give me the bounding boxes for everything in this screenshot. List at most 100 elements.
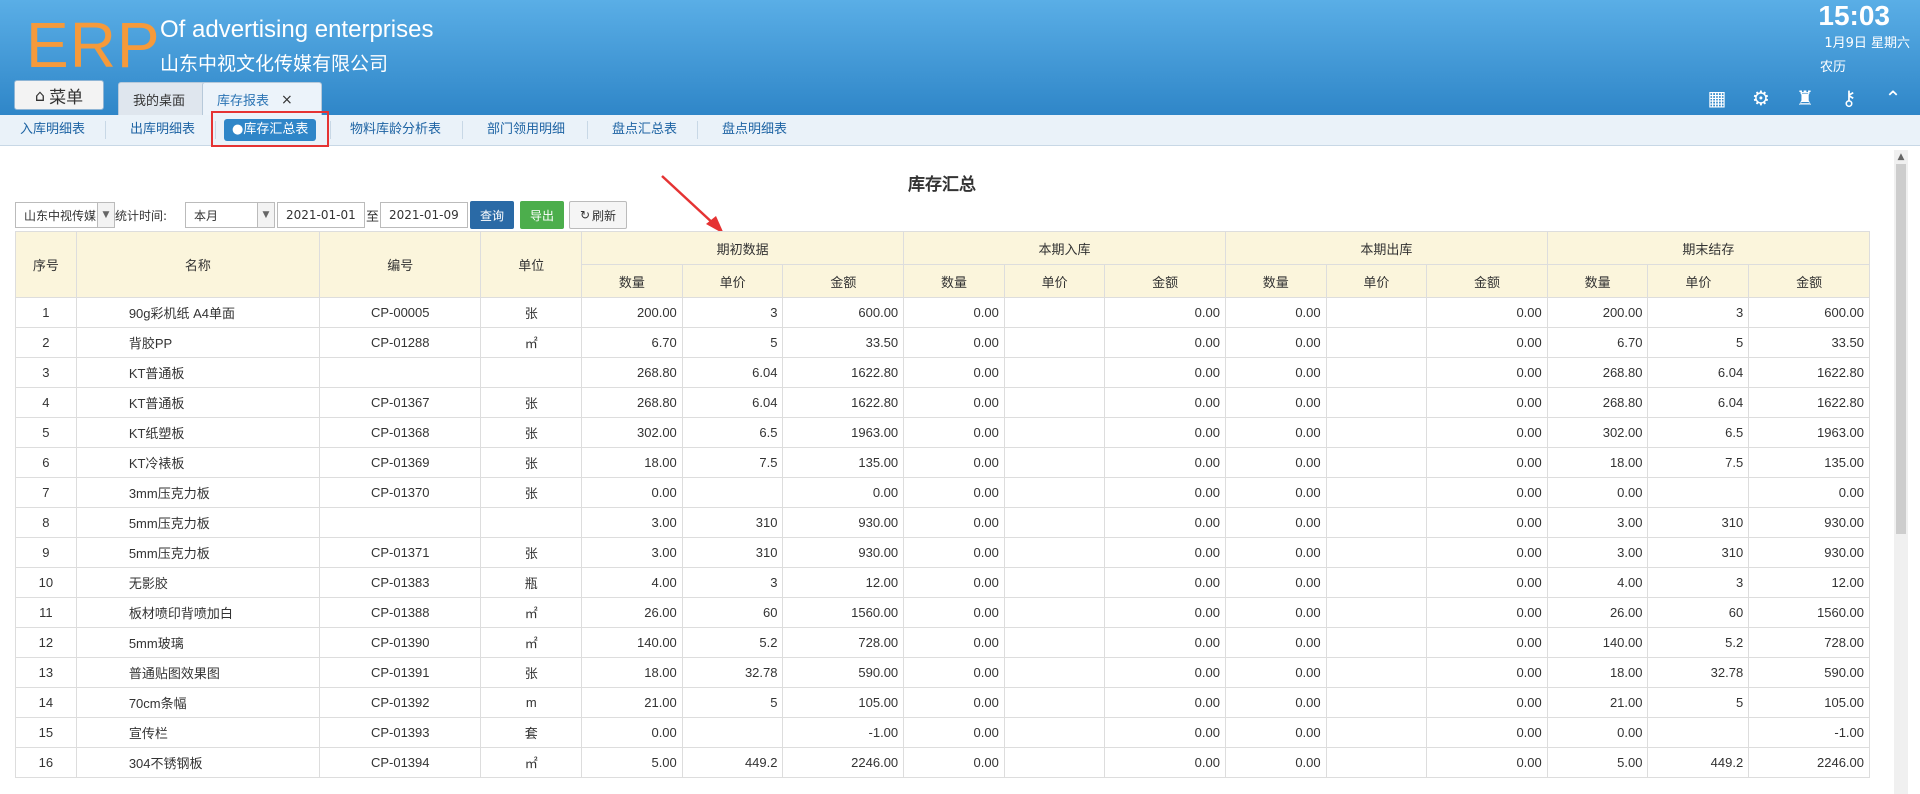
table-row[interactable]: 6 KT冷裱板 CP-01369 张 18.00 7.5 135.00 0.00 0.00 0.0… (15, 447, 1870, 478)
subnav-item-outbound-detail[interactable]: 出库明细表 (130, 115, 195, 145)
date-to-field[interactable]: 2021-01-09 (380, 201, 468, 229)
date-from-field[interactable]: 2021-01-01 (277, 201, 365, 229)
key-icon[interactable]: ⚷ (1838, 86, 1860, 110)
table-cell: 0.00 (1104, 417, 1226, 448)
query-button[interactable]: 查询 (470, 201, 514, 229)
table-cell: 0.00 (1426, 627, 1548, 658)
export-button-label: 导出 (529, 208, 554, 223)
table-cell (1325, 387, 1428, 418)
table-cell: 0.00 (903, 417, 1005, 448)
table-cell: 18.00 (1546, 447, 1649, 478)
table-cell (1003, 297, 1106, 328)
menu-button[interactable]: ⌂ 菜单 (14, 80, 104, 110)
table-cell: 0.00 (1104, 357, 1226, 388)
table-cell: 600.00 (782, 297, 905, 328)
table-row[interactable]: 1 90g彩机纸 A4单面 CP-00005 张 200.00 3 600.00 0.00 0.… (15, 297, 1870, 328)
table-cell: ㎡ (480, 627, 583, 658)
table-cell: 140.00 (581, 627, 683, 658)
table-cell: 0.00 (1224, 537, 1327, 568)
table-cell (1003, 717, 1106, 748)
table-cell: CP-01288 (319, 327, 482, 358)
table-cell: 4.00 (1546, 567, 1649, 598)
period-select[interactable]: 本月 ▼ (185, 201, 275, 229)
table-cell: 0.00 (1426, 597, 1548, 628)
column-header: 数量 (1546, 264, 1649, 298)
table-cell: 302.00 (1546, 417, 1649, 448)
table-row[interactable]: 7 3mm压克力板 CP-01370 张 0.00 0.00 0.00 0.00 0.00 0.0… (15, 477, 1870, 508)
subnav-item-inbound-detail[interactable]: 入库明细表 (20, 115, 85, 145)
table-cell: 张 (480, 477, 583, 508)
table-cell: 0.00 (1426, 447, 1548, 478)
subnav-item-dept-usage[interactable]: 部门领用明细 (487, 115, 565, 145)
table-cell: 0.00 (1426, 327, 1548, 358)
brand-english: Of advertising enterprises (160, 16, 434, 43)
table-cell: 0.00 (1426, 657, 1548, 688)
table-cell: 310 (681, 507, 784, 538)
table-cell: 310 (681, 537, 784, 568)
table-cell: 21.00 (1546, 687, 1649, 718)
gear-icon[interactable]: ⚙ (1750, 86, 1772, 110)
table-cell: 6.70 (1546, 327, 1649, 358)
table-row[interactable]: 8 5mm压克力板 3.00 310 930.00 0.00 0.00 0.00 0.00 3.0… (15, 507, 1870, 538)
table-row[interactable]: 10 无影胶 CP-01383 瓶 4.00 3 12.00 0.00 0.00 0.00 0.00… (15, 567, 1870, 598)
table-row[interactable]: 2 背胶PP CP-01288 ㎡ 6.70 5 33.50 0.00 0.00 0.00 0.00… (15, 327, 1870, 358)
table-cell: 6.04 (681, 357, 784, 388)
table-cell (1003, 327, 1106, 358)
table-cell: 135.00 (1748, 447, 1870, 478)
export-button[interactable]: 导出 (520, 201, 564, 229)
group-header: 本期入库 (903, 231, 1226, 265)
subnav-divider (462, 121, 463, 139)
refresh-button[interactable]: ↻ 刷新 (569, 201, 627, 229)
table-cell: KT普通板 (75, 387, 321, 418)
table-cell (1325, 537, 1428, 568)
page-title: 库存汇总 (908, 175, 976, 195)
table-cell: 304不锈钢板 (75, 747, 321, 778)
close-icon[interactable]: × (281, 92, 293, 108)
table-cell: 0.00 (1426, 387, 1548, 418)
table-cell (1325, 507, 1428, 538)
table-cell: 0.00 (1104, 477, 1226, 508)
table-cell: 18.00 (581, 447, 683, 478)
table-cell: 21.00 (581, 687, 683, 718)
subnav-item-count-summary[interactable]: 盘点汇总表 (612, 115, 677, 145)
company-select[interactable]: 山东中视传媒 ▼ (15, 201, 115, 229)
table-row[interactable]: 15 宣传栏 CP-01393 套 0.00 -1.00 0.00 0.00 0.00 0.00 0… (15, 717, 1870, 748)
table-row[interactable]: 14 70cm条幅 CP-01392 m 21.00 5 105.00 0.00 0.00 0.0… (15, 687, 1870, 718)
table-cell: 0.00 (1426, 297, 1548, 328)
subnav-item-count-detail[interactable]: 盘点明细表 (722, 115, 787, 145)
table-cell: 200.00 (1546, 297, 1649, 328)
table-row[interactable]: 13 普通贴图效果图 CP-01391 张 18.00 32.78 590.00 0.00 0.… (15, 657, 1870, 688)
apps-icon[interactable]: ▦ (1706, 86, 1728, 110)
table-cell: 0.00 (1426, 537, 1548, 568)
table-row[interactable]: 9 5mm压克力板 CP-01371 张 3.00 310 930.00 0.00 0.00 0.… (15, 537, 1870, 568)
table-row[interactable]: 4 KT普通板 CP-01367 张 268.80 6.04 1622.80 0.00 0.00… (15, 387, 1870, 418)
table-cell: 0.00 (1104, 687, 1226, 718)
table-row[interactable]: 11 板材喷印背喷加白 CP-01388 ㎡ 26.00 60 1560.00 0.00 0.0… (15, 597, 1870, 628)
table-cell: 5mm压克力板 (75, 507, 321, 538)
table-cell: 0.00 (903, 747, 1005, 778)
table-header-row: 序号 名称 编号 单位 期初数据 本期入库 本期出库 期末结存 (15, 231, 1871, 298)
table-cell: 7.5 (1647, 447, 1750, 478)
scrollbar-thumb[interactable] (1896, 164, 1906, 534)
table-cell: 32.78 (1647, 657, 1750, 688)
table-cell: 背胶PP (75, 327, 321, 358)
table-cell: 200.00 (581, 297, 683, 328)
table-cell: 1 (15, 297, 77, 328)
table-row[interactable]: 12 5mm玻璃 CP-01390 ㎡ 140.00 5.2 728.00 0.00 0.00 0… (15, 627, 1870, 658)
table-cell: 瓶 (480, 567, 583, 598)
brand-chinese: 山东中视文化传媒有限公司 (160, 53, 389, 75)
subnav-item-aging-analysis[interactable]: 物料库龄分析表 (350, 115, 441, 145)
table-cell: 0.00 (1224, 747, 1327, 778)
table-cell: 1622.80 (782, 357, 905, 388)
table-row[interactable]: 16 304不锈钢板 CP-01394 ㎡ 5.00 449.2 2246.00 0.00 0.… (15, 747, 1870, 778)
table-row[interactable]: 3 KT普通板 268.80 6.04 1622.80 0.00 0.00 0.00 0.00 2… (15, 357, 1870, 388)
table-cell: 13 (15, 657, 77, 688)
table-cell: 0.00 (1426, 357, 1548, 388)
table-row[interactable]: 5 KT纸塑板 CP-01368 张 302.00 6.5 1963.00 0.00 0.00 0… (15, 417, 1870, 448)
table-cell (1003, 627, 1106, 658)
collapse-icon[interactable]: ⌃ (1882, 86, 1904, 110)
shirt-icon[interactable]: ♜ (1794, 86, 1816, 110)
scroll-up-icon[interactable]: ▲ (1894, 150, 1908, 164)
vertical-scrollbar[interactable]: ▲ (1894, 150, 1908, 794)
table-cell: 930.00 (782, 537, 905, 568)
